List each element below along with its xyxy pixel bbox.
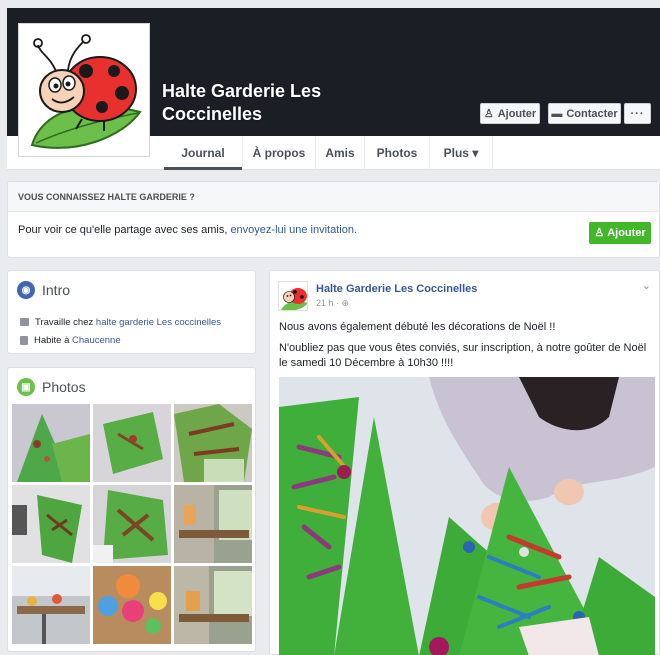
chevron-down-icon[interactable]: ⌄ bbox=[642, 279, 651, 292]
globe-icon: ◉ bbox=[17, 281, 35, 299]
invite-card: VOUS CONNAISSEZ HALTE GARDERIE ? Pour vo… bbox=[7, 181, 660, 258]
work-link[interactable]: halte garderie Les coccinelles bbox=[96, 317, 221, 328]
photo-thumbnail[interactable] bbox=[12, 404, 90, 482]
photo-thumbnail[interactable] bbox=[93, 485, 171, 563]
post-image[interactable] bbox=[279, 377, 655, 655]
invite-add-button[interactable]: ♙ Ajouter bbox=[589, 222, 651, 244]
home-prefix: Habite à bbox=[34, 334, 73, 346]
post-meta: 21 h · ⊕ bbox=[316, 298, 349, 309]
ladybug-logo bbox=[30, 34, 142, 149]
add-friend-icon: ♙ bbox=[594, 227, 605, 239]
invite-header: VOUS CONNAISSEZ HALTE GARDERIE ? bbox=[8, 182, 659, 212]
photo-thumbnail[interactable] bbox=[93, 404, 171, 482]
work-prefix: Travaille chez bbox=[35, 316, 96, 328]
add-friend-button[interactable]: ♙ Ajouter bbox=[480, 103, 540, 124]
post-line: N'oubliez pas que vous êtes conviés, sur… bbox=[279, 342, 647, 369]
tab-divider bbox=[492, 136, 493, 170]
post-timestamp[interactable]: 21 h · bbox=[316, 298, 342, 308]
photo-thumbnail[interactable] bbox=[93, 566, 171, 644]
photo-grid bbox=[12, 404, 253, 644]
message-icon: ▬ bbox=[551, 107, 563, 120]
globe-icon: ⊕ bbox=[341, 298, 350, 308]
contact-label: Contacter bbox=[566, 107, 618, 120]
tab-more[interactable]: Plus ▾ bbox=[430, 136, 492, 170]
post-author-name[interactable]: Halte Garderie Les Coccinelles bbox=[316, 283, 477, 295]
briefcase-icon bbox=[20, 318, 29, 326]
christmas-crafts-photo bbox=[279, 377, 655, 655]
tab-about[interactable]: À propos bbox=[243, 136, 315, 170]
home-icon bbox=[20, 335, 28, 345]
intro-home: Habite à Chaucenne bbox=[8, 331, 255, 349]
post-author-avatar[interactable] bbox=[278, 281, 308, 311]
intro-work: Travaille chez halte garderie Les coccin… bbox=[8, 313, 255, 331]
photos-title-label: Photos bbox=[42, 379, 86, 395]
invite-text: Pour voir ce qu'elle partage avec ses am… bbox=[18, 224, 231, 236]
add-friend-icon: ♙ bbox=[483, 108, 494, 120]
photo-icon: ▣ bbox=[17, 378, 35, 396]
intro-title-label: Intro bbox=[42, 282, 71, 298]
contact-button[interactable]: ▬ Contacter bbox=[548, 103, 621, 124]
photos-card: ▣ Photos bbox=[7, 367, 256, 652]
photo-thumbnail[interactable] bbox=[174, 566, 252, 644]
photos-title[interactable]: ▣ Photos bbox=[8, 368, 255, 396]
photo-thumbnail[interactable] bbox=[12, 485, 90, 563]
photo-thumbnail[interactable] bbox=[174, 404, 252, 482]
photo-thumbnail[interactable] bbox=[174, 485, 252, 563]
invite-link[interactable]: envoyez-lui une invitation. bbox=[230, 224, 357, 236]
ladybug-logo bbox=[281, 288, 307, 310]
intro-card: ◉ Intro Travaille chez halte garderie Le… bbox=[7, 270, 256, 354]
profile-picture[interactable] bbox=[18, 23, 150, 157]
add-friend-label: Ajouter bbox=[497, 107, 537, 120]
intro-title: ◉ Intro bbox=[8, 271, 255, 299]
post-text: Nous avons également débuté les décorati… bbox=[279, 320, 654, 377]
tab-journal[interactable]: Journal bbox=[164, 136, 242, 170]
tab-friends[interactable]: Amis bbox=[316, 136, 364, 170]
tab-photos[interactable]: Photos bbox=[365, 136, 429, 170]
home-link[interactable]: Chaucenne bbox=[72, 335, 121, 346]
post-line: Nous avons également débuté les décorati… bbox=[279, 321, 556, 333]
post-card: Halte Garderie Les Coccinelles 21 h · ⊕ … bbox=[269, 270, 660, 655]
invite-body: Pour voir ce qu'elle partage avec ses am… bbox=[8, 212, 659, 258]
page-title[interactable]: Halte Garderie Les Coccinelles bbox=[162, 80, 362, 126]
invite-add-label: Ajouter bbox=[607, 227, 646, 239]
more-options-button[interactable]: ··· bbox=[624, 103, 651, 124]
photo-thumbnail[interactable] bbox=[12, 566, 90, 644]
